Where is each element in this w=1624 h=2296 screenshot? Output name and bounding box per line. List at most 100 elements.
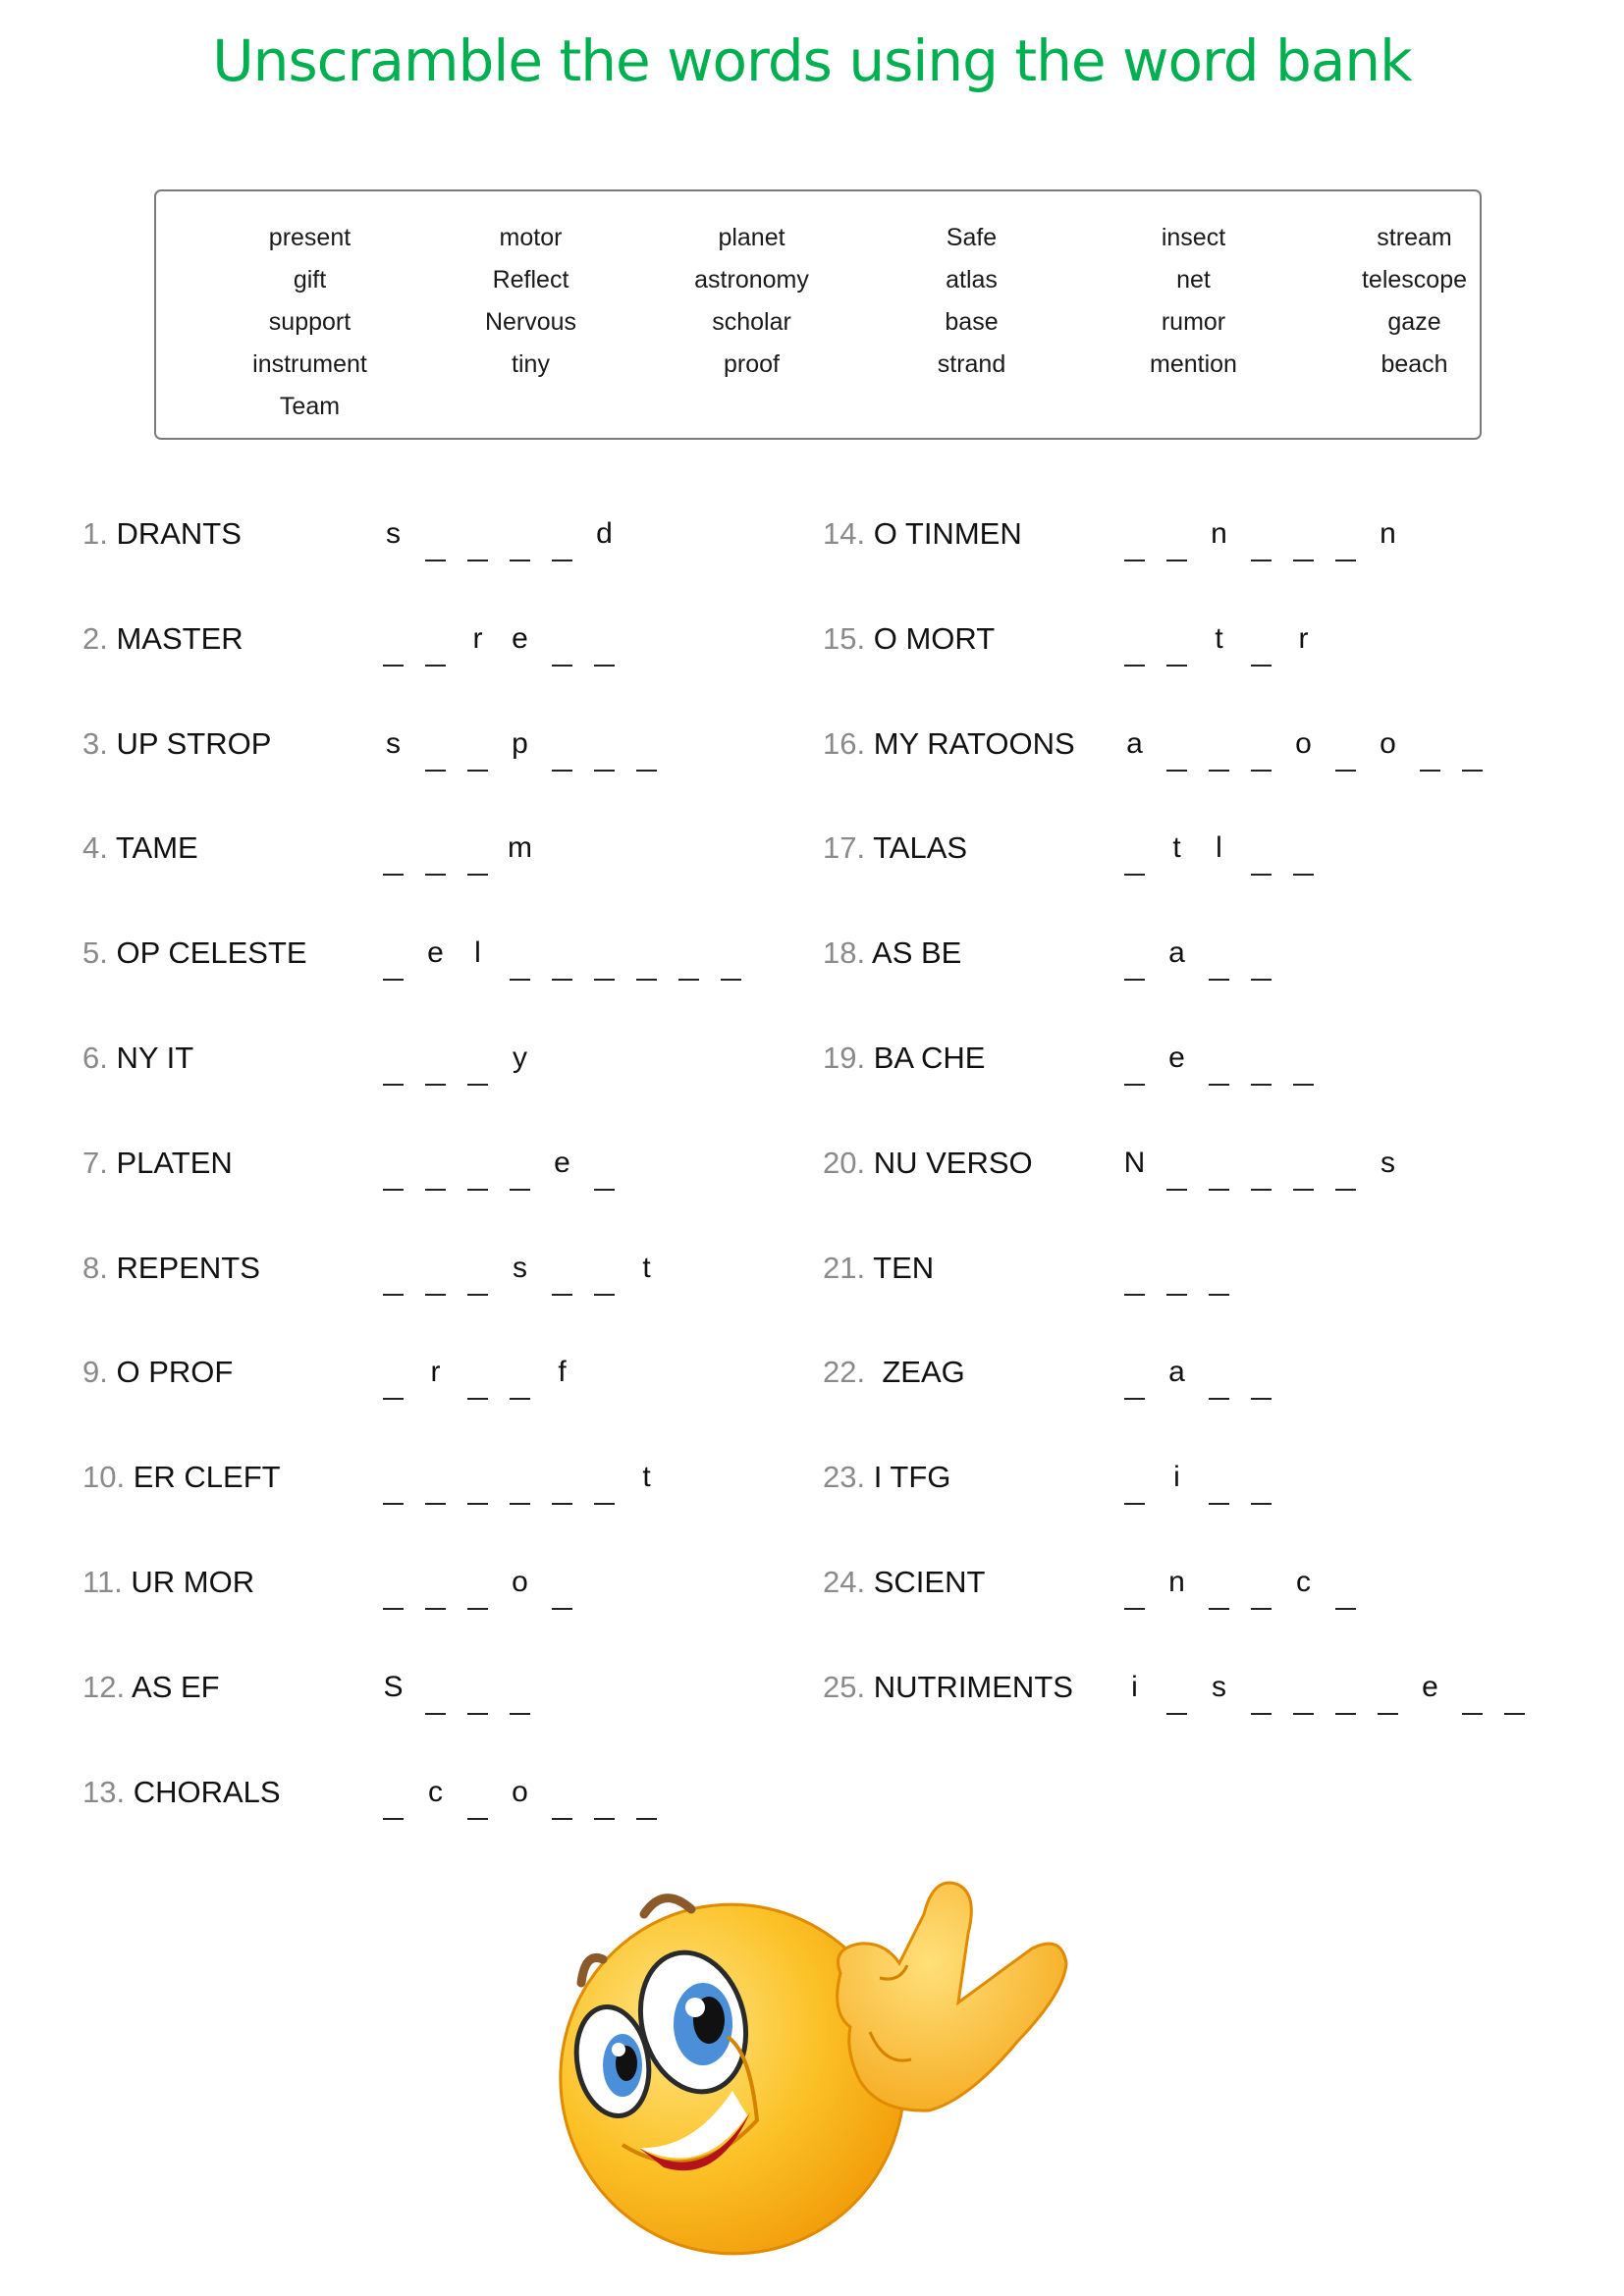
- answer-blank[interactable]: [1289, 1666, 1318, 1715]
- answer-blank[interactable]: [548, 1561, 576, 1610]
- answer-blank[interactable]: [1163, 617, 1191, 667]
- answer-blank[interactable]: [1331, 1666, 1360, 1715]
- answer-blank[interactable]: [463, 827, 492, 877]
- answer-blank[interactable]: [675, 932, 703, 982]
- answer-blank[interactable]: [421, 1247, 450, 1296]
- answer-blank[interactable]: [1331, 722, 1360, 772]
- answer-blank[interactable]: [632, 932, 661, 982]
- answer-blank[interactable]: [1289, 827, 1318, 877]
- answer-blank[interactable]: [379, 1247, 407, 1296]
- answer-blank[interactable]: [463, 1142, 492, 1191]
- answer-blank[interactable]: [463, 1247, 492, 1296]
- answer-blank[interactable]: [463, 1771, 492, 1820]
- answer-blank[interactable]: [1247, 1666, 1275, 1715]
- answer-blank[interactable]: [1120, 1561, 1149, 1610]
- answer-blank[interactable]: [1289, 1037, 1318, 1086]
- answer-blank[interactable]: [1289, 512, 1318, 561]
- answer-blank[interactable]: [463, 512, 492, 561]
- answer-blank[interactable]: [1205, 1456, 1233, 1506]
- answer-blank[interactable]: [506, 932, 534, 982]
- answer-blank[interactable]: [1331, 1142, 1360, 1191]
- answer-blank[interactable]: [463, 1456, 492, 1506]
- answer-blank[interactable]: [379, 1456, 407, 1506]
- answer-blank[interactable]: [1247, 722, 1275, 772]
- answer-blank[interactable]: [1205, 1142, 1233, 1191]
- answer-blank[interactable]: [1205, 722, 1233, 772]
- answer-blank[interactable]: [1163, 1666, 1191, 1715]
- answer-blank[interactable]: [379, 1561, 407, 1610]
- answer-blank[interactable]: [1205, 932, 1233, 982]
- answer-blank[interactable]: [379, 1142, 407, 1191]
- answer-blank[interactable]: [463, 1351, 492, 1401]
- answer-blank[interactable]: [1247, 1561, 1275, 1610]
- answer-blank[interactable]: [1120, 827, 1149, 877]
- answer-blank[interactable]: [548, 1456, 576, 1506]
- answer-blank[interactable]: [1331, 1561, 1360, 1610]
- answer-blank[interactable]: [1205, 1037, 1233, 1086]
- answer-blank[interactable]: [506, 1666, 534, 1715]
- answer-blank[interactable]: [1247, 1351, 1275, 1401]
- answer-blank[interactable]: [548, 1771, 576, 1820]
- answer-blank[interactable]: [1247, 827, 1275, 877]
- answer-blank[interactable]: [506, 512, 534, 561]
- answer-blank[interactable]: [421, 1142, 450, 1191]
- answer-blank[interactable]: [463, 1037, 492, 1086]
- answer-blank[interactable]: [1205, 1351, 1233, 1401]
- answer-blank[interactable]: [506, 1456, 534, 1506]
- answer-blank[interactable]: [1247, 1037, 1275, 1086]
- answer-blank[interactable]: [379, 617, 407, 667]
- answer-blank[interactable]: [1120, 1351, 1149, 1401]
- answer-blank[interactable]: [421, 1037, 450, 1086]
- answer-blank[interactable]: [548, 617, 576, 667]
- answer-blank[interactable]: [421, 617, 450, 667]
- answer-blank[interactable]: [1120, 512, 1149, 561]
- answer-blank[interactable]: [590, 932, 619, 982]
- answer-blank[interactable]: [463, 722, 492, 772]
- answer-blank[interactable]: [506, 1142, 534, 1191]
- answer-blank[interactable]: [548, 932, 576, 982]
- answer-blank[interactable]: [1416, 722, 1444, 772]
- answer-blank[interactable]: [421, 1561, 450, 1610]
- answer-blank[interactable]: [1247, 512, 1275, 561]
- answer-blank[interactable]: [1120, 1456, 1149, 1506]
- answer-blank[interactable]: [1205, 1561, 1233, 1610]
- answer-blank[interactable]: [548, 722, 576, 772]
- answer-blank[interactable]: [506, 1351, 534, 1401]
- answer-blank[interactable]: [590, 1247, 619, 1296]
- answer-blank[interactable]: [463, 1666, 492, 1715]
- answer-blank[interactable]: [1500, 1666, 1529, 1715]
- answer-blank[interactable]: [421, 512, 450, 561]
- answer-blank[interactable]: [632, 1771, 661, 1820]
- answer-blank[interactable]: [1120, 1247, 1149, 1296]
- answer-blank[interactable]: [379, 1037, 407, 1086]
- answer-blank[interactable]: [1289, 1142, 1318, 1191]
- answer-blank[interactable]: [421, 1456, 450, 1506]
- answer-blank[interactable]: [1205, 1247, 1233, 1296]
- answer-blank[interactable]: [1331, 512, 1360, 561]
- answer-blank[interactable]: [421, 1666, 450, 1715]
- answer-blank[interactable]: [1247, 1456, 1275, 1506]
- answer-blank[interactable]: [1458, 722, 1487, 772]
- answer-blank[interactable]: [590, 617, 619, 667]
- answer-blank[interactable]: [1120, 932, 1149, 982]
- answer-blank[interactable]: [463, 1561, 492, 1610]
- answer-blank[interactable]: [717, 932, 745, 982]
- answer-blank[interactable]: [548, 512, 576, 561]
- answer-blank[interactable]: [379, 932, 407, 982]
- answer-blank[interactable]: [1374, 1666, 1402, 1715]
- answer-blank[interactable]: [1163, 512, 1191, 561]
- answer-blank[interactable]: [590, 1142, 619, 1191]
- answer-blank[interactable]: [421, 722, 450, 772]
- answer-blank[interactable]: [1163, 1142, 1191, 1191]
- answer-blank[interactable]: [632, 722, 661, 772]
- answer-blank[interactable]: [1458, 1666, 1487, 1715]
- answer-blank[interactable]: [590, 1456, 619, 1506]
- answer-blank[interactable]: [379, 827, 407, 877]
- answer-blank[interactable]: [1247, 1142, 1275, 1191]
- answer-blank[interactable]: [590, 722, 619, 772]
- answer-blank[interactable]: [1120, 1037, 1149, 1086]
- answer-blank[interactable]: [1120, 617, 1149, 667]
- answer-blank[interactable]: [590, 1771, 619, 1820]
- answer-blank[interactable]: [1247, 617, 1275, 667]
- answer-blank[interactable]: [548, 1247, 576, 1296]
